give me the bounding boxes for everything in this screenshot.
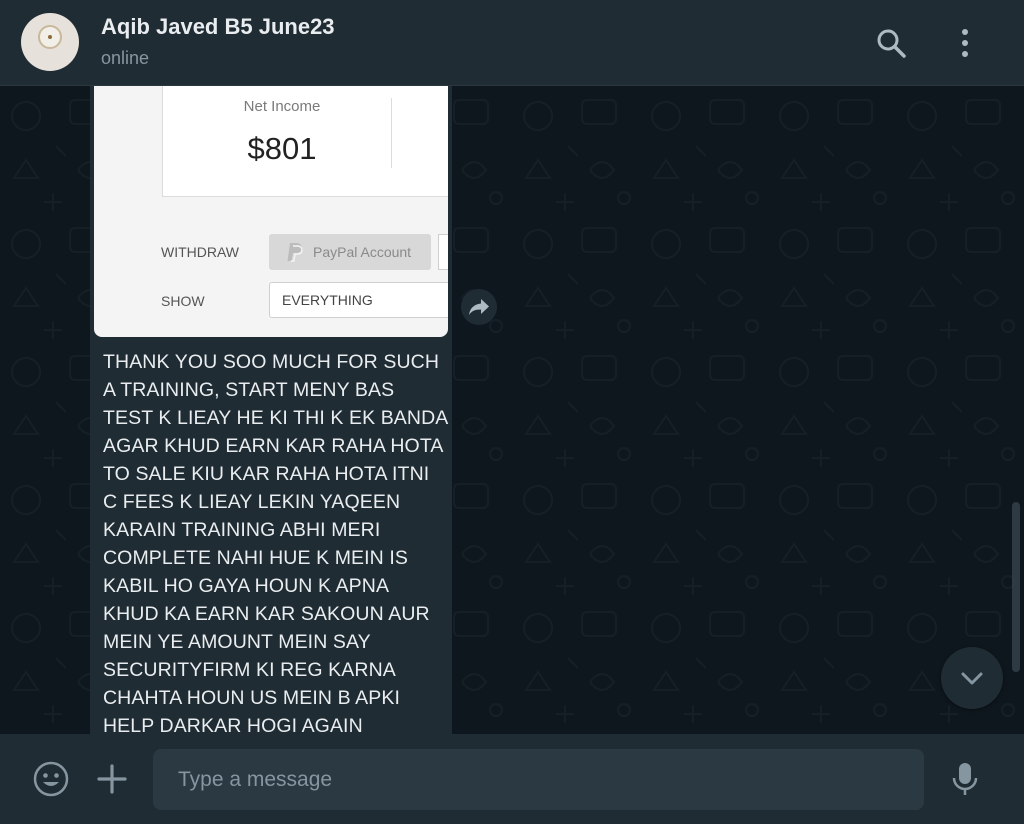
message-input[interactable] (153, 749, 924, 810)
net-income-card: Net Income $801 (162, 86, 448, 197)
chat-scrollbar[interactable] (1012, 502, 1020, 672)
chat-header: Aqib Javed B5 June23 online (0, 0, 1024, 86)
show-select: EVERYTHING (269, 282, 448, 318)
withdraw-next-option (438, 234, 448, 270)
scroll-to-bottom-button[interactable] (941, 647, 1003, 709)
message-text: THANK YOU SOO MUCH FOR SUCH A TRAINING, … (103, 351, 448, 734)
contact-name[interactable]: Aqib Javed B5 June23 (101, 14, 335, 40)
message-composer (0, 734, 1024, 824)
emoji-icon[interactable] (32, 760, 70, 798)
paypal-icon (287, 243, 303, 262)
menu-icon[interactable] (948, 26, 982, 60)
paypal-button-label: PayPal Account (313, 244, 412, 260)
contact-avatar[interactable] (21, 13, 79, 71)
search-icon[interactable] (874, 26, 908, 60)
net-income-label: Net Income (243, 98, 321, 115)
plus-icon[interactable] (93, 760, 131, 798)
image-attachment[interactable]: Net Income $801 WITHDRAW PayPal Account … (94, 86, 448, 337)
contact-status: online (101, 48, 150, 68)
mic-icon[interactable] (946, 760, 984, 798)
net-income-value: $801 (247, 131, 317, 166)
chat-area[interactable]: Net Income $801 WITHDRAW PayPal Account … (0, 86, 1024, 734)
card-divider (391, 98, 392, 168)
chevron-down-icon (961, 672, 983, 685)
forward-icon[interactable] (461, 289, 497, 325)
show-label: SHOW (161, 293, 205, 309)
paypal-account-button[interactable]: PayPal Account (269, 234, 431, 270)
message-bubble[interactable]: Net Income $801 WITHDRAW PayPal Account … (90, 86, 452, 734)
withdraw-label: WITHDRAW (161, 244, 240, 260)
